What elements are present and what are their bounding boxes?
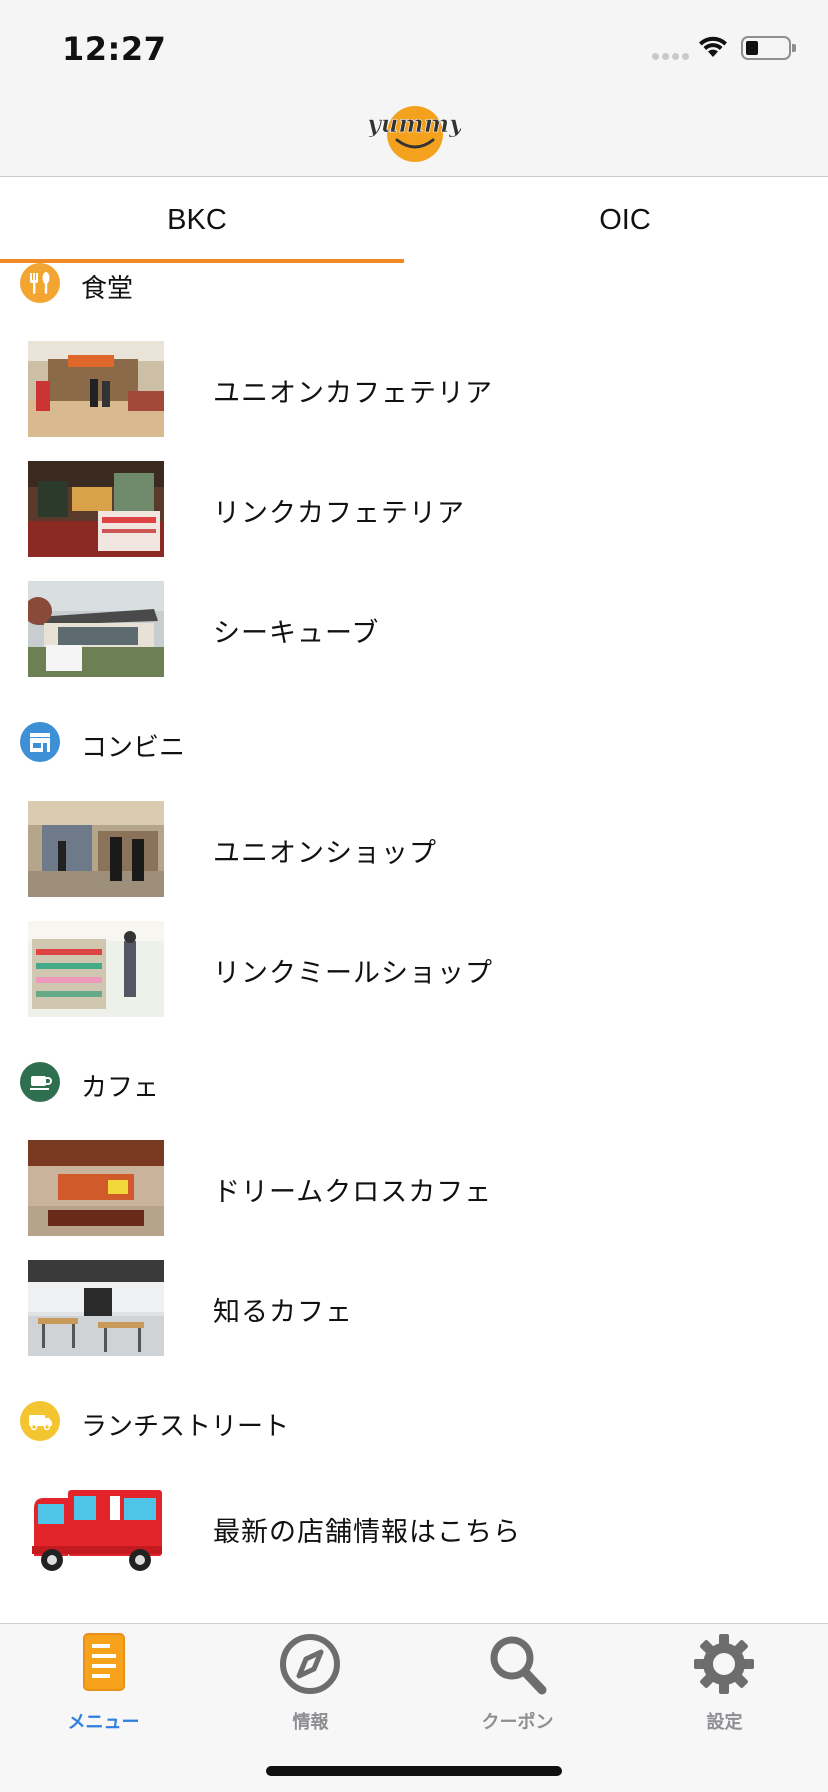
shop-photo <box>28 921 164 1017</box>
section-header-cafeteria: 食堂 <box>0 263 828 305</box>
status-time: 12:27 <box>62 30 167 68</box>
list-item-dream-cross-cafe[interactable]: ドリームクロスカフェ <box>0 1138 828 1238</box>
shop-photo <box>28 1140 164 1236</box>
list-item-union-shop[interactable]: ユニオンショップ <box>0 799 828 899</box>
yummy-logo: yummy <box>369 106 461 162</box>
shop-photo <box>28 581 164 677</box>
food-truck-icon <box>20 1401 60 1441</box>
tab-settings[interactable]: 設定 <box>621 1632 828 1733</box>
search-icon <box>490 1636 547 1695</box>
cellular-signal-icon <box>652 53 689 60</box>
shop-name: ユニオンカフェテリア <box>213 378 493 409</box>
home-indicator[interactable] <box>266 1766 562 1776</box>
list-item-link-cafeteria[interactable]: リンクカフェテリア <box>0 459 828 559</box>
section-title: ランチストリート <box>81 1412 290 1442</box>
shop-name: 最新の店舗情報はこちら <box>213 1517 521 1548</box>
shop-photo <box>28 801 164 897</box>
svg-text:yummy: yummy <box>369 109 461 138</box>
tab-coupon[interactable]: クーポン <box>414 1632 621 1733</box>
menu-document-icon <box>83 1633 125 1691</box>
coffee-cup-icon <box>20 1062 60 1102</box>
section-header-lunch-street: ランチストリート <box>0 1397 828 1443</box>
gear-icon <box>694 1634 754 1694</box>
shop-name: リンクカフェテリア <box>213 498 465 529</box>
compass-icon <box>280 1634 340 1694</box>
shop-name: リンクミールショップ <box>213 958 493 989</box>
list-item-c-cube[interactable]: シーキューブ <box>0 579 828 679</box>
tab-menu[interactable]: メニュー <box>0 1632 207 1733</box>
list-item-shiru-cafe[interactable]: 知るカフェ <box>0 1258 828 1358</box>
food-truck-illustration <box>28 1480 164 1576</box>
shop-name: シーキューブ <box>213 618 380 649</box>
shop-name: ユニオンショップ <box>213 838 437 869</box>
campus-tabs: BKC OIC <box>0 177 828 263</box>
shop-photo <box>28 341 164 437</box>
shop-photo <box>28 1260 164 1356</box>
section-title: 食堂 <box>81 274 134 304</box>
wifi-icon <box>699 36 727 57</box>
list-item-lunch-street-info[interactable]: 最新の店舗情報はこちら <box>0 1478 828 1578</box>
status-bar: 12:27 <box>0 0 828 90</box>
section-header-cafe: カフェ <box>0 1058 828 1104</box>
store-icon <box>20 722 60 762</box>
list-item-union-cafeteria[interactable]: ユニオンカフェテリア <box>0 339 828 439</box>
navigation-bar: yummy <box>0 90 828 177</box>
list-item-link-meal-shop[interactable]: リンクミールショップ <box>0 919 828 1019</box>
shop-photo <box>28 461 164 557</box>
section-title: コンビニ <box>81 733 186 763</box>
section-header-convenience-store: コンビニ <box>0 718 828 764</box>
fork-knife-icon <box>20 263 60 303</box>
shop-name: ドリームクロスカフェ <box>213 1177 493 1208</box>
shop-name: 知るカフェ <box>213 1297 353 1328</box>
shop-list[interactable]: 食堂 ユニオンカフェテリア リンクカフェテリア シーキューブ コンビニ ユニオン… <box>0 263 828 1623</box>
section-title: カフェ <box>81 1073 160 1103</box>
battery-icon <box>741 36 796 60</box>
tab-info[interactable]: 情報 <box>207 1632 414 1733</box>
tab-oic[interactable]: OIC <box>418 177 828 263</box>
tab-bkc[interactable]: BKC <box>0 177 404 263</box>
